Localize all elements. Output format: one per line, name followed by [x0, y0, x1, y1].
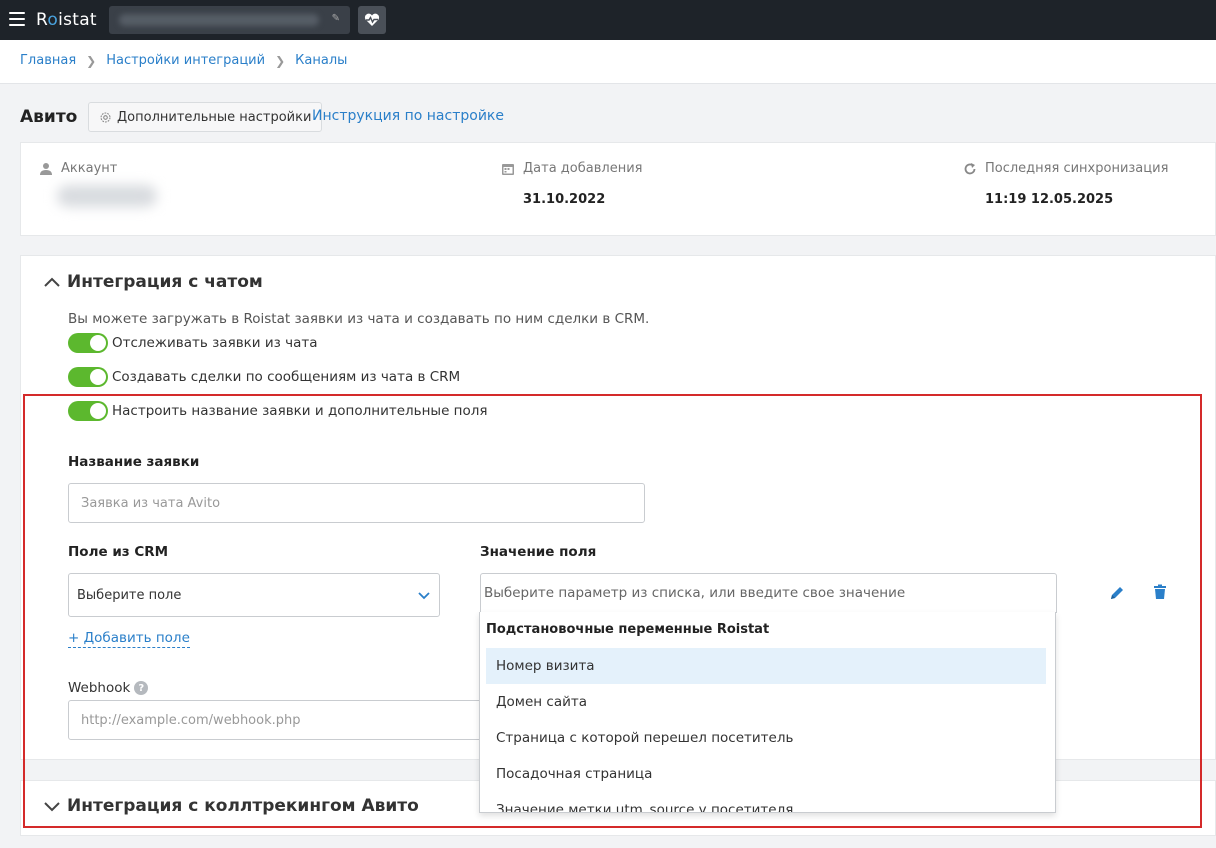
date-value: 31.10.2022: [523, 192, 606, 207]
top-bar: Roistat ✎: [0, 0, 1216, 40]
refresh-icon: [964, 162, 976, 174]
field-value-dropdown: Подстановочные переменные Roistat Номер …: [479, 612, 1056, 813]
dropdown-item-utm-source[interactable]: Значение метки utm_source у посетителя: [486, 792, 1046, 812]
chat-integration-title: Интеграция с чатом: [67, 272, 263, 292]
track-leads-label: Отслеживать заявки из чата: [112, 335, 318, 351]
breadcrumb-bar: Главная ❯ Настройки интеграций ❯ Каналы: [0, 40, 1216, 84]
chat-integration-header[interactable]: Интеграция с чатом: [43, 272, 263, 292]
account-column: Аккаунт: [39, 161, 117, 176]
extra-settings-button[interactable]: Дополнительные настройки: [88, 102, 323, 132]
sync-column: Последняя синхронизация 11:19 12.05.2025: [963, 161, 1168, 207]
lead-name-label: Название заявки: [68, 454, 200, 470]
dropdown-item-landing-page[interactable]: Посадочная страница: [486, 756, 1046, 792]
trash-icon[interactable]: [1153, 584, 1167, 600]
toggle-row-track: Отслеживать заявки из чата: [68, 333, 318, 353]
breadcrumb-home[interactable]: Главная: [20, 53, 76, 68]
user-icon: [40, 162, 52, 175]
webhook-label: Webhook: [68, 680, 131, 696]
instruction-link[interactable]: Инструкция по настройке: [312, 108, 504, 124]
toggle-row-deals: Создавать сделки по сообщениям из чата в…: [68, 367, 460, 387]
pencil-icon[interactable]: [1109, 585, 1125, 601]
chat-description: Вы можете загружать в Roistat заявки из …: [68, 311, 650, 327]
custom-fields-toggle[interactable]: [68, 401, 108, 421]
project-select[interactable]: ✎: [109, 6, 350, 34]
create-deals-toggle[interactable]: [68, 367, 108, 387]
crm-field-value: Выберите поле: [77, 587, 182, 603]
dropdown-item-site-domain[interactable]: Домен сайта: [486, 684, 1046, 720]
heart-pulse-icon: [364, 13, 380, 26]
page-title: Авито: [20, 107, 78, 127]
sync-value: 11:19 12.05.2025: [985, 192, 1114, 207]
gear-icon: [100, 112, 111, 122]
field-value-input[interactable]: Выберите параметр из списка, или введите…: [480, 573, 1057, 613]
create-deals-label: Создавать сделки по сообщениям из чата в…: [112, 369, 461, 385]
lead-name-input[interactable]: Заявка из чата Avito: [68, 483, 645, 523]
field-value-label: Значение поля: [480, 544, 597, 560]
dropdown-item-visit-number[interactable]: Номер визита: [486, 648, 1046, 684]
crm-field-label: Поле из CRM: [68, 544, 169, 560]
breadcrumb: Главная ❯ Настройки интеграций ❯ Каналы: [20, 53, 347, 68]
track-leads-toggle[interactable]: [68, 333, 108, 353]
channel-info-card: Аккаунт Дата добавления 31.10.2022 После…: [20, 142, 1216, 236]
dropdown-item-referrer-page[interactable]: Страница с которой перешел посетитель: [486, 720, 1046, 756]
date-label: Дата добавления: [523, 161, 643, 176]
custom-fields-label: Настроить название заявки и дополнительн…: [112, 403, 488, 419]
breadcrumb-integrations[interactable]: Настройки интеграций: [106, 53, 265, 68]
account-value-blurred: [57, 185, 157, 207]
calltracking-header[interactable]: Интеграция с коллтрекингом Авито: [43, 796, 419, 816]
calendar-icon: [502, 163, 514, 175]
chevron-right-icon: ❯: [275, 53, 286, 68]
webhook-label-wrap: Webhook?: [68, 680, 149, 696]
dropdown-group-title: Подстановочные переменные Roistat: [486, 622, 770, 637]
add-field-link[interactable]: + Добавить поле: [68, 630, 190, 648]
pencil-icon: ✎: [331, 13, 340, 24]
sync-label: Последняя синхронизация: [985, 161, 1169, 176]
menu-icon[interactable]: [9, 12, 25, 26]
account-label: Аккаунт: [61, 161, 118, 176]
chevron-up-icon: [44, 277, 60, 287]
breadcrumb-channels[interactable]: Каналы: [295, 53, 347, 68]
calltracking-title: Интеграция с коллтрекингом Авито: [67, 796, 419, 816]
chevron-right-icon: ❯: [86, 53, 97, 68]
toggle-row-custom: Настроить название заявки и дополнительн…: [68, 401, 488, 421]
chevron-down-icon: [44, 802, 60, 812]
date-column: Дата добавления 31.10.2022: [501, 161, 642, 207]
health-button[interactable]: [358, 6, 386, 34]
extra-settings-label: Дополнительные настройки: [117, 109, 312, 125]
field-value-placeholder: Выберите параметр из списка, или введите…: [484, 585, 906, 601]
help-icon[interactable]: ?: [134, 681, 149, 695]
logo[interactable]: Roistat: [36, 10, 97, 30]
chevron-down-icon: [418, 592, 430, 600]
crm-field-select[interactable]: Выберите поле: [68, 573, 440, 617]
project-name-blurred: [119, 14, 319, 26]
